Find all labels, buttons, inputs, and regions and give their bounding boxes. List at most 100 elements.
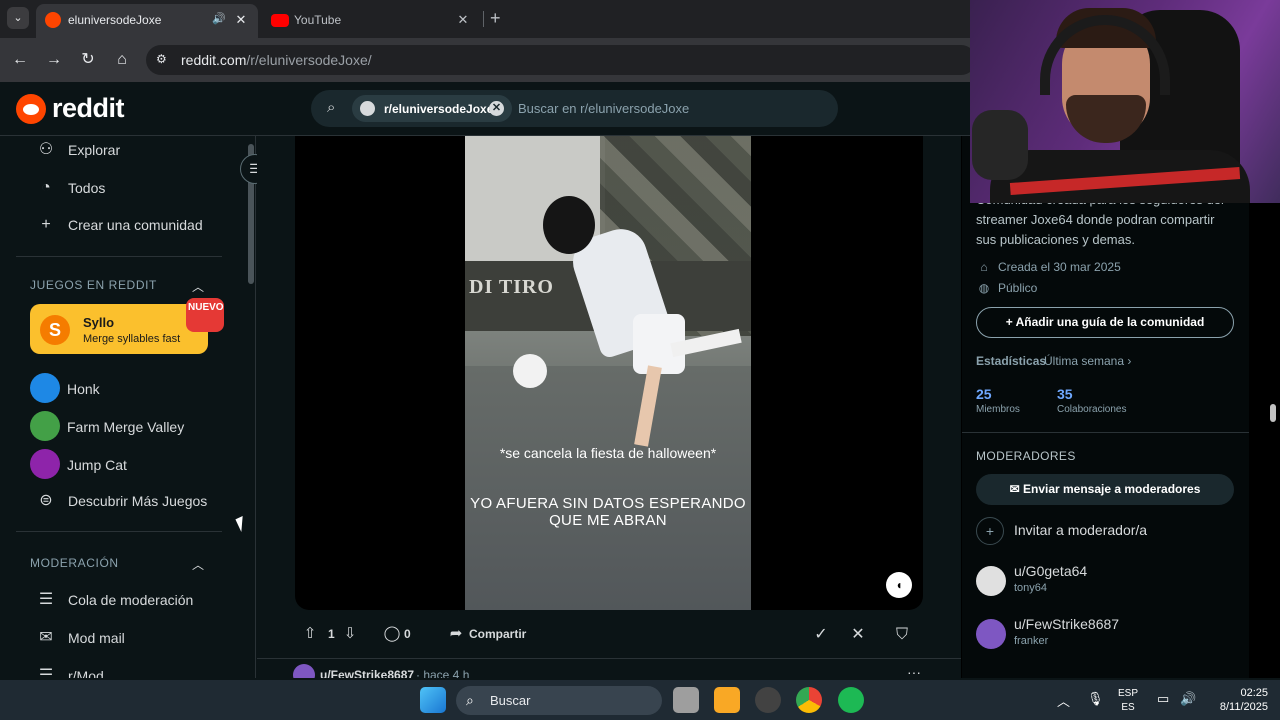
post-actions-bar: ⇧ 1 ⇩ ◯ 0 ➦ Compartir ✓ ✕ ⛉ (295, 618, 923, 650)
video-banner-text: DI TIRO (469, 276, 554, 298)
avatar (976, 619, 1006, 649)
featured-game-syllo[interactable]: S Syllo Merge syllables fast (30, 304, 208, 354)
plus-icon: + (41, 216, 51, 233)
more-options-icon[interactable]: ··· (907, 664, 921, 678)
chip-label: r/eluniversodeJoxe (384, 102, 494, 116)
search-icon: ⌕ (327, 99, 336, 116)
home-icon[interactable]: ⌂ (112, 50, 132, 70)
stats-range-dropdown[interactable]: Última semana › (1044, 354, 1131, 368)
post-author[interactable]: u/FewStrike8687 (320, 668, 414, 678)
upvote-icon[interactable]: ⇧ (301, 625, 319, 643)
reload-icon[interactable]: ↻ (78, 50, 98, 70)
tab-search-button[interactable]: ⌄ (7, 7, 29, 29)
speaker-icon[interactable]: 🔊 (212, 12, 226, 25)
post-time: · hace 4 h (416, 668, 470, 678)
section-title-games[interactable]: JUEGOS EN REDDIT (30, 278, 157, 292)
stat-contributions-label: Colaboraciones (1057, 404, 1127, 415)
tab-title: YouTube (294, 13, 342, 27)
plus-icon: + (976, 517, 1004, 545)
clear-chip-icon[interactable]: ✕ (489, 101, 504, 116)
next-post-header[interactable]: u/FewStrike8687 · hace 4 h ··· (293, 664, 921, 678)
message-mods-label: Enviar mensaje a moderadores (1022, 482, 1201, 496)
moderator-name[interactable]: u/FewStrike8687 (1014, 616, 1119, 632)
nav-label: Explorar (68, 142, 121, 158)
new-tab-button[interactable]: + (490, 9, 501, 27)
youtube-favicon-icon (271, 14, 289, 27)
chrome-icon[interactable] (796, 687, 822, 713)
task-view-icon[interactable] (673, 687, 699, 713)
forward-arrow-icon[interactable]: → (44, 50, 64, 70)
site-info-icon[interactable]: ⚙ (156, 52, 167, 66)
close-tab-icon[interactable]: ✕ (232, 11, 250, 29)
post-video-player[interactable]: DI TIRO *se cancela la fiesta de hallowe… (295, 136, 923, 610)
downvote-icon[interactable]: ⇩ (341, 625, 359, 643)
nav-label: r/Mod (68, 668, 104, 678)
chevron-up-icon[interactable]: ︿ (192, 278, 204, 295)
reddit-logo-icon[interactable] (16, 94, 46, 124)
divider (16, 531, 222, 532)
subreddit-search-chip[interactable]: r/eluniversodeJoxe ✕ (352, 95, 512, 122)
volume-icon[interactable]: ◖ (886, 572, 912, 598)
vote-control: ⇧ 1 ⇩ (301, 618, 361, 650)
main-feed: DI TIRO *se cancela la fiesta de hallowe… (257, 136, 961, 678)
search-bar[interactable]: ⌕ r/eluniversodeJoxe ✕ Buscar en r/eluni… (311, 90, 838, 127)
moderator-name[interactable]: u/G0geta64 (1014, 563, 1087, 579)
close-tab-icon[interactable]: ✕ (454, 11, 472, 29)
mail-icon: ✉ (39, 629, 53, 646)
game-honk[interactable]: Honk (67, 381, 100, 397)
divider (257, 658, 961, 659)
page-scrollbar[interactable] (1270, 404, 1276, 422)
video-caption-bottom: YO AFUERA SIN DATOS ESPERANDO QUE ME ABR… (470, 495, 746, 529)
file-explorer-icon[interactable] (714, 687, 740, 713)
gamepad-icon: ⊜ (39, 492, 53, 509)
windows-start-icon[interactable] (420, 687, 446, 713)
game-farm-merge-valley[interactable]: Farm Merge Valley (67, 419, 184, 435)
microphone (972, 110, 1028, 180)
reddit-logo-text[interactable]: reddit (52, 93, 125, 124)
avatar[interactable] (293, 664, 315, 678)
tab-youtube[interactable]: YouTube ✕ (262, 4, 480, 38)
jump-cat-icon (30, 449, 60, 479)
share-button[interactable]: ➦ Compartir (447, 618, 547, 650)
game-subtitle: Merge syllables fast (83, 333, 181, 345)
game-name: Syllo (83, 315, 115, 330)
new-badge: NUEVO (186, 298, 224, 332)
syllo-icon: S (40, 315, 70, 345)
language-indicator[interactable]: ESP ES (1113, 687, 1143, 715)
browser-tab-bar: ⌄ eluniversodeJoxe 🔊 ✕ YouTube ✕ + (0, 0, 970, 38)
back-arrow-icon[interactable]: ← (10, 50, 30, 70)
shield-icon[interactable]: ⛉ (891, 624, 913, 646)
address-bar[interactable]: ⚙ reddit.com/r/eluniversodeJoxe/ (146, 45, 976, 75)
invite-label: Invitar a moderador/a (1014, 522, 1148, 538)
app-icon[interactable] (755, 687, 781, 713)
clock[interactable]: 02:25 8/11/2025 (1200, 686, 1268, 714)
section-title-moderation[interactable]: MODERACIÓN (30, 556, 119, 570)
comments-button[interactable]: ◯ 0 (383, 618, 423, 650)
spotify-icon[interactable] (838, 687, 864, 713)
comment-icon: ◯ (383, 625, 401, 642)
chevron-up-icon[interactable]: ︿ (192, 556, 204, 573)
video-frame: DI TIRO *se cancela la fiesta de hallowe… (465, 136, 751, 610)
moderators-title: MODERADORES (976, 449, 1076, 463)
approve-check-icon[interactable]: ✓ (810, 624, 832, 646)
microphone-icon[interactable]: 🎙 (1087, 691, 1104, 707)
tab-eluniversodejoxe[interactable]: eluniversodeJoxe 🔊 ✕ (36, 4, 258, 38)
community-created: ⌂ Creada el 30 mar 2025 (976, 260, 1120, 274)
subreddit-avatar (360, 101, 375, 116)
share-icon: ➦ (449, 625, 463, 642)
volume-icon[interactable]: 🔊 (1180, 691, 1196, 707)
network-icon[interactable]: ▭ (1157, 691, 1169, 707)
tab-title: eluniversodeJoxe (68, 13, 162, 27)
farm-merge-valley-icon (30, 411, 60, 441)
video-floor (465, 366, 751, 610)
game-jump-cat[interactable]: Jump Cat (67, 457, 127, 473)
url-text: reddit.com/r/eluniversodeJoxe/ (181, 52, 372, 68)
taskbar-search[interactable]: ⌕ Buscar (456, 686, 662, 715)
soccer-ball (513, 354, 547, 388)
remove-x-icon[interactable]: ✕ (847, 624, 869, 646)
search-input[interactable]: Buscar en r/eluniversodeJoxe (518, 101, 689, 116)
add-community-guide-button[interactable]: + Añadir una guía de la comunidad (976, 307, 1234, 338)
chevron-up-icon[interactable]: ︿ (1057, 691, 1070, 710)
message-moderators-button[interactable]: ✉ Enviar mensaje a moderadores (976, 474, 1234, 505)
url-host: reddit.com (181, 52, 247, 68)
